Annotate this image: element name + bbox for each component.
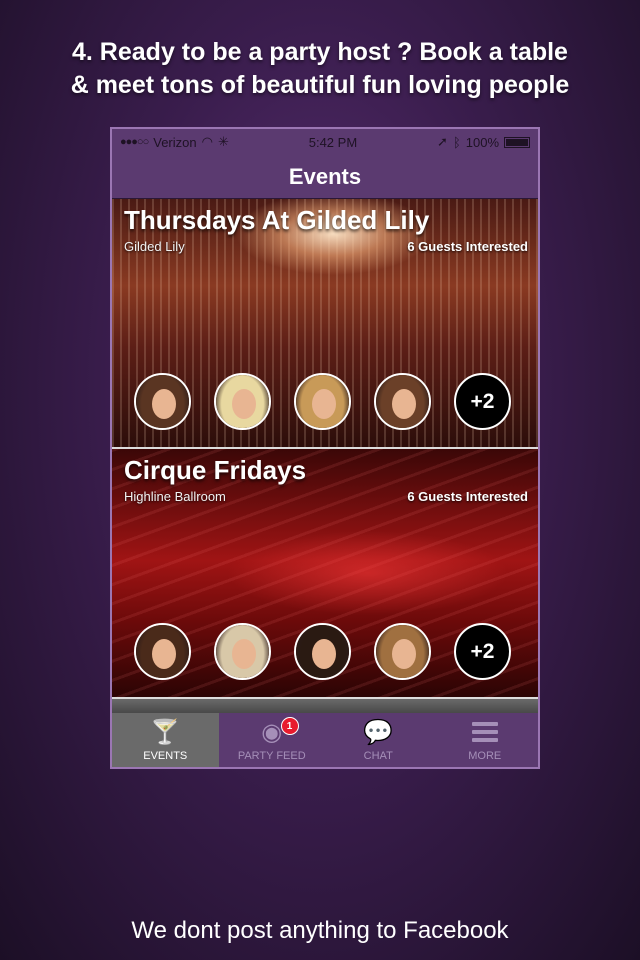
guest-avatar[interactable] bbox=[374, 373, 431, 430]
tab-label: CHAT bbox=[363, 750, 393, 762]
tab-chat[interactable]: 💬 CHAT bbox=[325, 713, 432, 767]
more-guests-badge[interactable]: +2 bbox=[454, 623, 511, 680]
phone-screen: ●●●○○ Verizon ◠ ✳ 5:42 PM ➚ ᛒ 100% Event… bbox=[110, 127, 540, 769]
promo-footer: We dont post anything to Facebook bbox=[131, 917, 509, 944]
bluetooth-icon: ᛒ bbox=[452, 134, 461, 150]
tab-party-feed[interactable]: ◉ 1 PARTY FEED bbox=[219, 713, 326, 767]
guest-avatar[interactable] bbox=[294, 373, 351, 430]
tab-label: PARTY FEED bbox=[237, 750, 306, 762]
event-card-cirque-fridays[interactable]: Cirque Fridays Highline Ballroom 6 Guest… bbox=[112, 449, 538, 699]
event-card-gilded-lily[interactable]: Thursdays At Gilded Lily Gilded Lily 6 G… bbox=[112, 199, 538, 449]
event-venue: Highline Ballroom bbox=[124, 489, 226, 504]
guest-avatar[interactable] bbox=[294, 623, 351, 680]
tab-bar: 🍸 EVENTS ◉ 1 PARTY FEED 💬 CHAT MORE bbox=[112, 713, 538, 767]
status-time: 5:42 PM bbox=[308, 134, 358, 150]
activity-spinner-icon: ✳ bbox=[217, 134, 229, 149]
battery-percent: 100% bbox=[465, 134, 499, 150]
cocktail-glasses-icon: 🍸 bbox=[150, 719, 181, 746]
guest-avatar-list: +2 bbox=[134, 373, 511, 430]
promo-headline: 4. Ready to be a party host ? Book a tab… bbox=[0, 36, 640, 102]
tab-label: EVENTS bbox=[143, 750, 188, 762]
tab-label: MORE bbox=[468, 750, 502, 762]
guest-avatar[interactable] bbox=[374, 623, 431, 680]
notification-badge: 1 bbox=[280, 717, 299, 735]
guest-avatar[interactable] bbox=[134, 373, 191, 430]
event-venue: Gilded Lily bbox=[124, 239, 185, 254]
more-guests-badge[interactable]: +2 bbox=[454, 373, 511, 430]
tab-more[interactable]: MORE bbox=[432, 713, 539, 767]
page-title: Events bbox=[288, 163, 362, 189]
battery-icon bbox=[504, 136, 530, 148]
nav-bar: Events bbox=[112, 155, 538, 199]
guest-avatar[interactable] bbox=[214, 373, 271, 430]
status-bar: ●●●○○ Verizon ◠ ✳ 5:42 PM ➚ ᛒ 100% bbox=[112, 129, 538, 155]
eye-icon: ◉ bbox=[261, 719, 283, 746]
event-guest-count: 6 Guests Interested bbox=[407, 489, 528, 504]
promo-headline-line-2: & meet tons of beautiful fun loving peop… bbox=[70, 71, 570, 99]
promo-headline-line-1: 4. Ready to be a party host ? Book a tab… bbox=[72, 38, 568, 66]
guest-avatar[interactable] bbox=[134, 623, 191, 680]
menu-icon bbox=[471, 722, 498, 742]
event-title: Thursdays At Gilded Lily bbox=[124, 205, 430, 235]
guest-avatar[interactable] bbox=[214, 623, 271, 680]
location-arrow-icon: ➚ bbox=[437, 134, 448, 149]
carrier-name: Verizon bbox=[153, 134, 197, 150]
event-guest-count: 6 Guests Interested bbox=[407, 239, 528, 254]
guest-avatar-list: +2 bbox=[134, 623, 511, 680]
wifi-icon: ◠ bbox=[201, 134, 213, 149]
tab-events[interactable]: 🍸 EVENTS bbox=[112, 713, 219, 767]
chat-bubble-icon: 💬 bbox=[363, 719, 394, 746]
event-title: Cirque Fridays bbox=[124, 455, 307, 485]
signal-strength-icon: ●●●○○ bbox=[120, 136, 149, 148]
